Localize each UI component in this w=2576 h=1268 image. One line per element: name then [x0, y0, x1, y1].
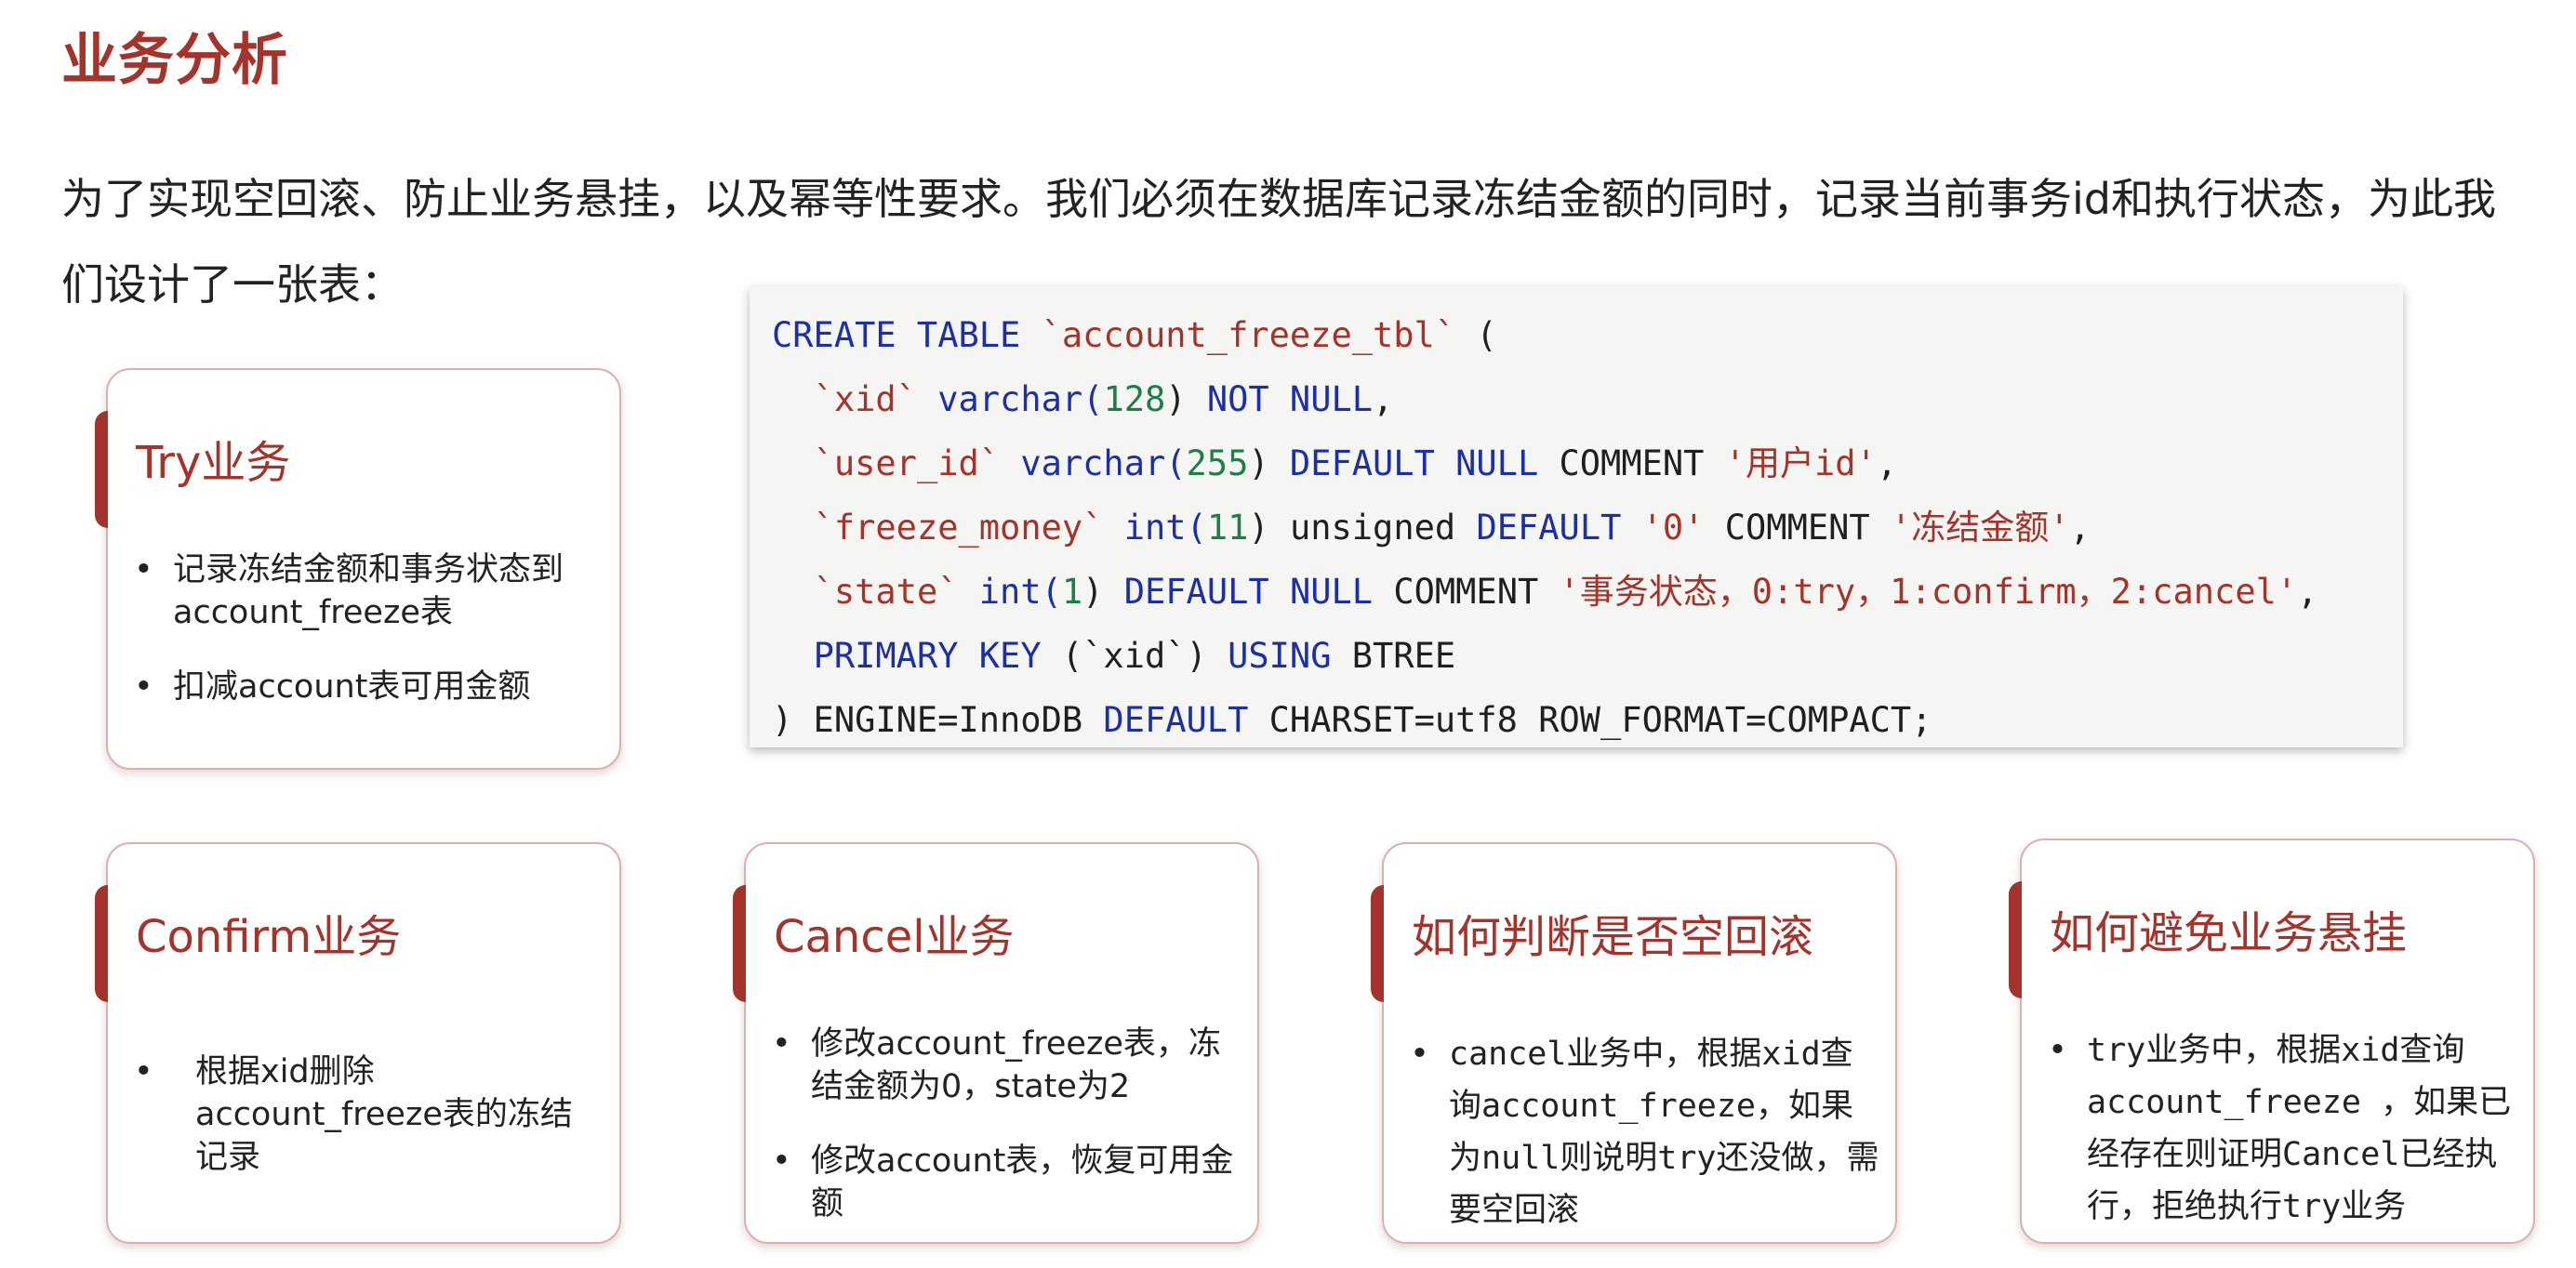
- code-number: 11: [1206, 508, 1249, 548]
- page-title: 业务分析: [61, 28, 288, 93]
- card-accent-bar: [733, 885, 746, 1002]
- card-list: try业务中，根据xid查询account_freeze ，如果已经存在则证明C…: [2042, 1024, 2518, 1233]
- card-title: 如何判断是否空回滚: [1412, 911, 1814, 963]
- code-text: ,: [2069, 508, 2091, 548]
- code-text: ): [1082, 572, 1124, 612]
- code-string: '事务状态，0:try，1:confirm，2:cancel': [1559, 572, 2298, 612]
- card-list: 记录冻结金额和事务状态到account_freeze表 扣减account表可用…: [128, 548, 604, 740]
- code-column-name: `state`: [813, 572, 959, 612]
- code-line-6: PRIMARY KEY (`xid`) USING BTREE: [772, 624, 2403, 688]
- code-number: 1: [1061, 572, 1083, 612]
- list-item: 修改account表，恢复可用金额: [766, 1140, 1242, 1225]
- code-text: ) ENGINE=InnoDB: [772, 700, 1104, 740]
- card-avoid-suspension: 如何避免业务悬挂 try业务中，根据xid查询account_freeze ，如…: [2009, 839, 2535, 1244]
- list-item: 根据xid删除account_freeze表的冻结记录: [128, 1050, 604, 1179]
- card-cancel: Cancel业务 修改account_freeze表，冻结金额为0，state为…: [733, 842, 1259, 1244]
- card-confirm: Confirm业务 根据xid删除account_freeze表的冻结记录: [95, 842, 621, 1244]
- code-number: 255: [1186, 443, 1249, 483]
- code-text: CHARSET=utf8 ROW_FORMAT=COMPACT;: [1248, 700, 1932, 740]
- code-line-2: `xid` varchar(128) NOT NULL,: [772, 367, 2403, 431]
- card-accent-bar: [95, 885, 108, 1002]
- code-line-3: `user_id` varchar(255) DEFAULT NULL COMM…: [772, 431, 2403, 495]
- code-text: (: [1455, 315, 1497, 355]
- list-item: try业务中，根据xid查询account_freeze ，如果已经存在则证明C…: [2042, 1024, 2518, 1233]
- code-number: 128: [1103, 379, 1166, 419]
- card-list: 修改account_freeze表，冻结金额为0，state为2 修改accou…: [766, 1023, 1242, 1257]
- sql-code-block: CREATE TABLE `account_freeze_tbl` ( `xid…: [750, 286, 2403, 747]
- code-text: COMMENT: [1704, 508, 1891, 548]
- code-type: varchar(: [916, 379, 1104, 419]
- card-title: Cancel业务: [774, 911, 1015, 963]
- code-keyword: CREATE TABLE: [772, 315, 1021, 355]
- code-text: ,: [1876, 443, 1898, 483]
- code-line-4: `freeze_money` int(11) unsigned DEFAULT …: [772, 495, 2403, 560]
- code-text: BTREE: [1331, 636, 1456, 676]
- card-title: Try业务: [136, 437, 291, 489]
- card-accent-bar: [2009, 881, 2022, 998]
- card-empty-rollback: 如何判断是否空回滚 cancel业务中，根据xid查询account_freez…: [1371, 842, 1897, 1244]
- code-text: ,: [1373, 379, 1394, 419]
- code-text: COMMENT: [1538, 443, 1725, 483]
- card-title: 如何避免业务悬挂: [2050, 907, 2408, 959]
- list-item: 修改account_freeze表，冻结金额为0，state为2: [766, 1023, 1242, 1108]
- card-list: cancel业务中，根据xid查询account_freeze，如果为null则…: [1404, 1028, 1880, 1236]
- code-column-name: `freeze_money`: [813, 508, 1104, 548]
- list-item: 扣减account表可用金额: [128, 666, 604, 708]
- code-keyword: DEFAULT NULL: [1123, 572, 1374, 612]
- code-line-5: `state` int(1) DEFAULT NULL COMMENT '事务状…: [772, 560, 2403, 624]
- card-try: Try业务 记录冻结金额和事务状态到account_freeze表 扣减acco…: [95, 368, 621, 770]
- code-keyword: DEFAULT: [1103, 700, 1249, 740]
- list-item: 记录冻结金额和事务状态到account_freeze表: [128, 548, 604, 634]
- code-text: ): [1165, 379, 1207, 419]
- code-column-name: `xid`: [813, 379, 917, 419]
- code-type: int(: [958, 572, 1062, 612]
- code-text: (`xid`): [1041, 636, 1228, 676]
- code-column-name: `user_id`: [813, 443, 1001, 483]
- code-type: varchar(: [1000, 443, 1187, 483]
- code-keyword: DEFAULT NULL: [1289, 443, 1539, 483]
- code-text: ,: [2297, 572, 2318, 612]
- code-line-7: ) ENGINE=InnoDB DEFAULT CHARSET=utf8 ROW…: [772, 688, 2403, 752]
- code-keyword: PRIMARY KEY: [813, 636, 1042, 676]
- card-accent-bar: [95, 411, 108, 528]
- code-string: '冻结金额': [1890, 508, 2070, 548]
- code-string: '用户id': [1724, 443, 1877, 483]
- code-type: int(: [1103, 508, 1207, 548]
- code-line-1: CREATE TABLE `account_freeze_tbl` (: [772, 303, 2403, 367]
- code-keyword: NOT NULL: [1206, 379, 1374, 419]
- code-table-name: `account_freeze_tbl`: [1041, 315, 1456, 355]
- card-list: 根据xid删除account_freeze表的冻结记录: [128, 1050, 604, 1210]
- code-keyword: DEFAULT: [1476, 508, 1622, 548]
- list-item: cancel业务中，根据xid查询account_freeze，如果为null则…: [1404, 1028, 1880, 1236]
- card-accent-bar: [1371, 885, 1384, 1002]
- code-text: COMMENT: [1373, 572, 1560, 612]
- code-text: ): [1248, 443, 1290, 483]
- code-keyword: USING: [1228, 636, 1332, 676]
- card-title: Confirm业务: [136, 911, 402, 963]
- code-text: ) unsigned: [1248, 508, 1477, 548]
- code-default-value: '0': [1641, 508, 1705, 548]
